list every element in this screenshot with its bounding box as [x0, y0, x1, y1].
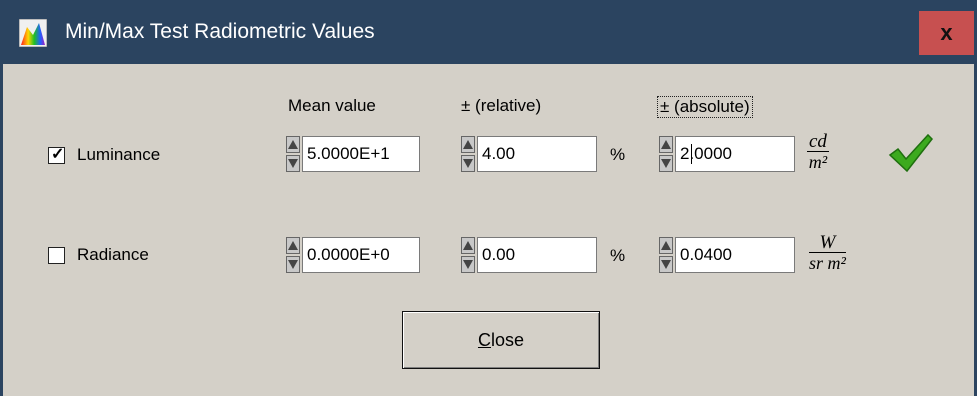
- header-absolute: ± (absolute): [657, 96, 753, 118]
- spectrum-icon: [19, 19, 47, 47]
- spin-up-icon[interactable]: [461, 237, 475, 254]
- spin-up-icon[interactable]: [659, 237, 673, 254]
- radiance-unit-numerator: W: [809, 233, 846, 253]
- radiance-absolute-input[interactable]: 0.0400: [675, 237, 795, 273]
- luminance-relative-input[interactable]: 4.00: [477, 136, 597, 172]
- text-caret: [691, 144, 692, 164]
- luminance-checkbox-row[interactable]: ✓ Luminance: [48, 143, 160, 167]
- spin-down-icon[interactable]: [461, 155, 475, 172]
- radiance-relative-spinner[interactable]: [461, 237, 475, 273]
- luminance-absolute-input[interactable]: 2.0000: [675, 136, 795, 172]
- luminance-unit-numerator: cd: [807, 131, 829, 152]
- header-mean-value: Mean value: [288, 96, 376, 115]
- spin-up-icon[interactable]: [461, 136, 475, 153]
- radiance-percent-label: %: [610, 246, 626, 265]
- spin-up-icon[interactable]: [286, 136, 300, 153]
- luminance-unit: cd m²: [807, 132, 829, 172]
- radiance-relative-input[interactable]: 0.00: [477, 237, 597, 273]
- radiance-mean-spinner[interactable]: [286, 237, 300, 273]
- close-button-mnemonic: C: [477, 330, 491, 350]
- spin-down-icon[interactable]: [659, 256, 673, 273]
- title-bar[interactable]: Min/Max Test Radiometric Values x: [3, 0, 974, 64]
- spin-up-icon[interactable]: [659, 136, 673, 153]
- green-checkmark-icon: [888, 133, 933, 173]
- luminance-percent-label: %: [610, 145, 626, 164]
- luminance-mean-spinner[interactable]: [286, 136, 300, 172]
- close-button[interactable]: Close: [402, 311, 600, 369]
- spin-down-icon[interactable]: [286, 256, 300, 273]
- radiance-checkbox-row[interactable]: Radiance: [48, 243, 149, 267]
- luminance-label: Luminance: [77, 145, 161, 164]
- radiance-label: Radiance: [77, 245, 149, 264]
- radiance-mean-input[interactable]: 0.0000E+0: [302, 237, 420, 273]
- spin-down-icon[interactable]: [461, 256, 475, 273]
- luminance-unit-denominator: m²: [808, 152, 828, 172]
- radiance-unit: W sr m²: [809, 233, 846, 273]
- close-button-label: lose: [490, 330, 525, 350]
- radiance-unit-denominator: sr m²: [809, 253, 846, 273]
- spin-down-icon[interactable]: [286, 155, 300, 172]
- header-relative: ± (relative): [461, 96, 542, 115]
- radiance-checkbox[interactable]: [48, 246, 65, 264]
- luminance-absolute-spinner[interactable]: [659, 136, 673, 172]
- luminance-mean-input[interactable]: 5.0000E+1: [302, 136, 420, 172]
- checkbox-check-icon: ✓: [51, 145, 65, 163]
- spin-down-icon[interactable]: [659, 155, 673, 172]
- spin-up-icon[interactable]: [286, 237, 300, 254]
- dialog-window: Min/Max Test Radiometric Values x Mean v…: [0, 0, 977, 396]
- luminance-relative-spinner[interactable]: [461, 136, 475, 172]
- luminance-checkbox[interactable]: ✓: [48, 145, 65, 164]
- window-title: Min/Max Test Radiometric Values: [65, 20, 375, 43]
- radiance-absolute-spinner[interactable]: [659, 237, 673, 273]
- window-close-button[interactable]: x: [919, 11, 974, 55]
